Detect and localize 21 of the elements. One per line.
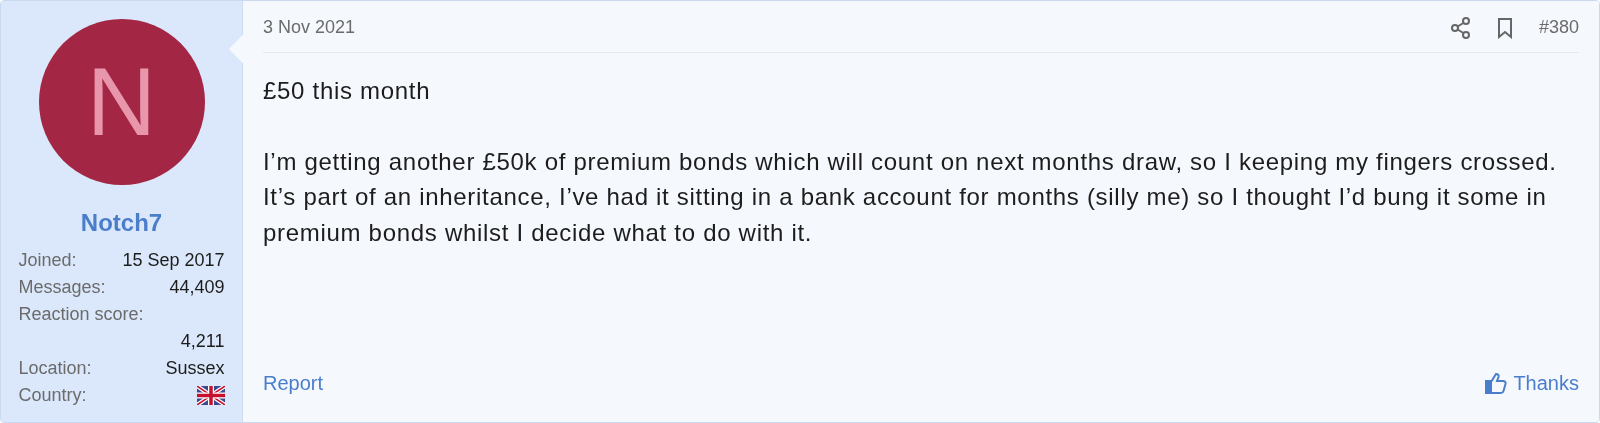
post-date[interactable]: 3 Nov 2021 (263, 14, 356, 41)
avatar[interactable]: N (38, 19, 205, 185)
stat-value: 15 Sep 2017 (122, 249, 225, 272)
flag-icon (196, 386, 225, 405)
username[interactable]: Notch7 (80, 205, 163, 241)
share-icon[interactable] (1450, 16, 1471, 39)
stat-label: Reaction score: (18, 303, 145, 326)
post-paragraph: I’m getting another £50k of premium bonds which will count on next months draw, so I keeping my fingers crossed. It’s part of an inheritance, I’ve had it sitting in a bank account for months (silly me) so I thought I’d bung it some in premium bonds whilst I decide what to do with it. (263, 146, 1558, 248)
stat-label: Location: (18, 357, 92, 380)
stat-value: 44,409 (169, 276, 225, 299)
stat-value: Sussex (165, 357, 225, 380)
bookmark-icon[interactable] (1496, 16, 1513, 39)
post-paragraph: £50 this month (263, 76, 432, 106)
post-number[interactable]: #380 (1538, 14, 1579, 41)
thanks-button[interactable]: Thanks (1485, 368, 1579, 398)
report-link[interactable]: Report (263, 368, 324, 398)
stat-label: Messages: (18, 276, 106, 299)
thumbs-up-icon (1485, 372, 1508, 394)
stat-label: Joined: (18, 249, 77, 272)
stat-value: 4,211 (180, 330, 225, 353)
stat-label: Country: (18, 384, 87, 407)
